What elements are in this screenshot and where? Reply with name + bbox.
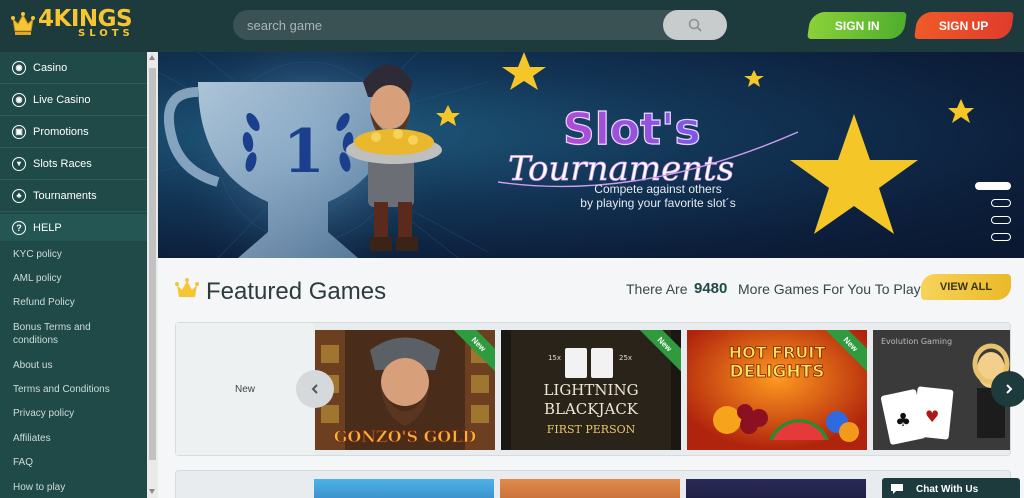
chat-label: Chat With Us — [916, 483, 979, 495]
sidebar-main-nav: ◉ Casino ◉ Live Casino ▣ Promotions ▾ Sl… — [0, 52, 147, 212]
top-header: 4KINGS SLOTS SIGN IN SIGN UP — [0, 0, 1024, 52]
carousel-next-button[interactable] — [991, 371, 1024, 407]
page-root: 4KINGS SLOTS SIGN IN SIGN UP ◉ Casino ◉ — [0, 0, 1024, 498]
banner-subtitle-line1: Compete against others — [594, 182, 722, 196]
game-badge-text: 15x — [548, 354, 561, 362]
carousel-dot-4[interactable] — [991, 233, 1011, 241]
game-card-evolution-gaming[interactable]: Evolution Gaming ♣ ♥ — [873, 330, 1010, 450]
chat-bubble-icon — [891, 484, 903, 494]
game-thumb: GONZO'S GOLD — [315, 330, 495, 450]
help-link-bonus-terms[interactable]: Bonus Terms and conditions — [13, 321, 103, 347]
sidebar-item-casino[interactable]: ◉ Casino — [0, 52, 147, 84]
game-provider-text: Evolution Gaming — [881, 337, 952, 346]
view-all-button[interactable]: VIEW ALL — [921, 274, 1011, 300]
banner-title-line1: Slot's — [563, 104, 701, 155]
sign-in-button[interactable]: SIGN IN — [807, 12, 907, 39]
help-link-affiliates[interactable]: Affiliates — [13, 432, 51, 445]
svg-text:DELIGHTS: DELIGHTS — [730, 362, 825, 382]
logo-sub-text: SLOTS — [78, 28, 134, 39]
sidebar-item-label: Slots Races — [33, 157, 92, 170]
game-thumb-partial[interactable] — [500, 479, 680, 498]
crown-icon — [175, 278, 199, 297]
game-subtitle-text: FIRST PERSON — [547, 423, 636, 436]
banner-art: 1 Slot's Tournaments — [158, 52, 974, 258]
crown-logo-icon — [11, 11, 35, 35]
game-thumb: HOT FRUIT DELIGHTS — [687, 330, 867, 450]
banner-subtitle-line2: by playing your favorite slot´s — [580, 196, 736, 210]
game-badge-text: 25x — [619, 354, 632, 362]
gift-icon: ▣ — [12, 124, 26, 139]
game-thumb: Evolution Gaming ♣ ♥ — [873, 330, 1010, 450]
search-icon — [688, 18, 702, 32]
sign-up-label: SIGN UP — [939, 18, 989, 33]
sidebar-item-tournaments[interactable]: ♣ Tournaments — [0, 180, 147, 212]
sidebar-item-slots-races[interactable]: ▾ Slots Races — [0, 148, 147, 180]
games-count-prefix: There Are — [626, 281, 688, 297]
game-thumb-partial[interactable] — [686, 479, 866, 498]
promo-banner[interactable]: 1 Slot's Tournaments Compete against oth… — [158, 52, 1024, 258]
svg-text:HOT FRUIT: HOT FRUIT — [729, 343, 826, 362]
scroll-down-arrow-icon[interactable] — [149, 489, 155, 494]
sidebar: ◉ Casino ◉ Live Casino ▣ Promotions ▾ Sl… — [0, 52, 158, 498]
game-thumb: 15x 25x LIGHTNING BLACKJACK FIRST PERSON — [501, 330, 681, 450]
help-link-refund[interactable]: Refund Policy — [13, 296, 75, 309]
sidebar-item-promotions[interactable]: ▣ Promotions — [0, 116, 147, 148]
site-logo[interactable]: 4KINGS SLOTS — [10, 8, 134, 39]
svg-text:BLACKJACK: BLACKJACK — [544, 400, 639, 418]
help-link-faq[interactable]: FAQ — [13, 456, 33, 469]
help-link-privacy[interactable]: Privacy policy — [13, 407, 74, 420]
sidebar-help-header[interactable]: ? HELP — [0, 214, 147, 241]
game-thumb-partial[interactable] — [314, 479, 494, 498]
help-link-aml[interactable]: AML policy — [13, 272, 62, 285]
sign-in-label: SIGN IN — [834, 18, 880, 33]
search-bar — [233, 10, 727, 40]
sidebar-item-live-casino[interactable]: ◉ Live Casino — [0, 84, 147, 116]
sidebar-item-label: Tournaments — [33, 189, 97, 202]
scroll-up-arrow-icon[interactable] — [149, 55, 155, 60]
banner-subtitle: Compete against others by playing your f… — [558, 182, 758, 210]
search-button[interactable] — [663, 10, 727, 40]
sidebar-item-label: Casino — [33, 61, 68, 74]
live-chip-icon: ◉ — [12, 92, 26, 107]
carousel-dot-2[interactable] — [991, 199, 1011, 207]
svg-text:LIGHTNING: LIGHTNING — [543, 381, 638, 399]
main-content: Featured Games There Are 9480 More Games… — [158, 258, 1024, 498]
help-link-kyc[interactable]: KYC policy — [13, 248, 62, 261]
svg-text:♥: ♥ — [925, 407, 939, 426]
svg-text:♣: ♣ — [895, 410, 911, 431]
search-input[interactable] — [233, 10, 663, 40]
sidebar-item-label: Live Casino — [33, 93, 91, 106]
game-card-gonzos-gold[interactable]: GONZO'S GOLD New — [315, 330, 495, 450]
carousel-prev-button[interactable] — [296, 370, 334, 408]
row-label: New — [176, 323, 314, 455]
chevron-right-icon — [1006, 384, 1013, 394]
chip-icon: ◉ — [12, 60, 26, 75]
featured-games-title: Featured Games — [206, 278, 387, 305]
chat-with-us-button[interactable]: Chat With Us — [882, 478, 1020, 498]
sidebar-scroll-thumb[interactable] — [149, 68, 156, 460]
game-title-text: GONZO'S GOLD — [334, 427, 477, 446]
chevron-left-icon — [311, 384, 318, 394]
game-card-hot-fruit-delights[interactable]: HOT FRUIT DELIGHTS New — [687, 330, 867, 450]
trophy-icon: ▾ — [12, 156, 26, 171]
carousel-dot-3[interactable] — [991, 216, 1011, 224]
games-count: 9480 — [694, 280, 728, 297]
sign-up-button[interactable]: SIGN UP — [914, 12, 1014, 39]
help-link-terms[interactable]: Terms and Conditions — [13, 383, 110, 396]
game-card-lightning-blackjack[interactable]: 15x 25x LIGHTNING BLACKJACK FIRST PERSON… — [501, 330, 681, 450]
svg-text:1: 1 — [283, 117, 325, 187]
help-link-about[interactable]: About us — [13, 359, 52, 372]
help-link-how-to-play[interactable]: How to play — [13, 481, 65, 494]
help-icon: ? — [12, 220, 26, 235]
carousel-dot-1[interactable] — [975, 182, 1011, 190]
games-count-suffix: More Games For You To Play — [738, 281, 921, 297]
help-label: HELP — [33, 221, 62, 234]
sidebar-item-label: Promotions — [33, 125, 89, 138]
tournament-icon: ♣ — [12, 188, 26, 203]
